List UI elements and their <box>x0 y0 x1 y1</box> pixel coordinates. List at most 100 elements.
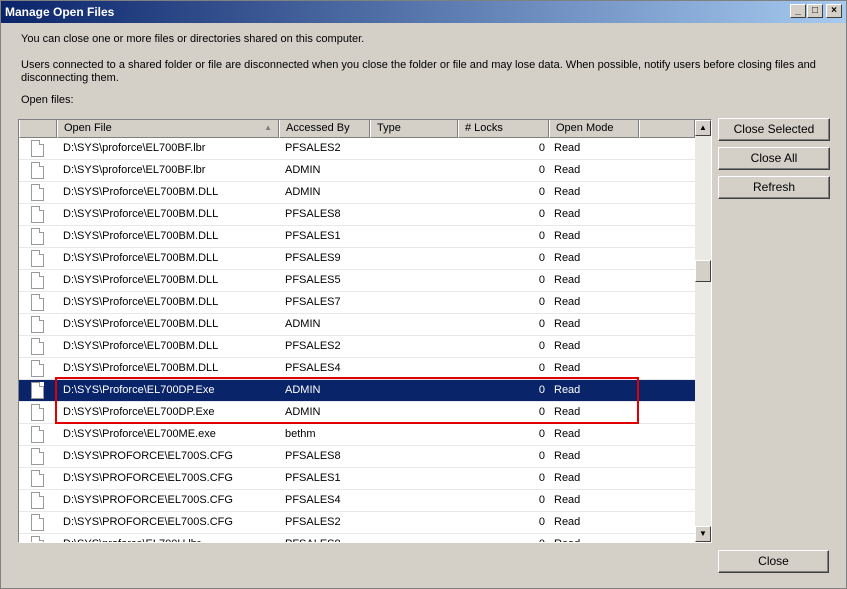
accessed-by-cell: PFSALES8 <box>285 450 341 462</box>
open-mode-cell: Read <box>554 428 581 440</box>
file-icon <box>31 184 45 201</box>
description-text: You can close one or more files or direc… <box>21 33 365 45</box>
accessed-by-cell: PFSALES4 <box>285 494 341 506</box>
open-file-cell: D:\SYS\Proforce\EL700ME.exe <box>63 428 216 440</box>
locks-cell: 0 <box>538 472 545 484</box>
open-file-cell: D:\SYS\Proforce\EL700DP.Exe <box>63 406 215 418</box>
open-mode-cell: Read <box>554 406 581 418</box>
column-accessed-by[interactable]: Accessed By <box>279 120 370 138</box>
file-icon <box>31 294 45 311</box>
accessed-by-cell: ADMIN <box>285 384 321 396</box>
table-row[interactable]: D:\SYS\proforce\EL700U.lbr PFSALES8 0 Re… <box>19 534 695 542</box>
open-mode-cell: Read <box>554 142 581 154</box>
open-files-label: Open files: <box>21 94 74 106</box>
open-mode-cell: Read <box>554 274 581 286</box>
locks-cell: 0 <box>538 516 545 528</box>
column-open-file[interactable]: Open File ▲ <box>57 120 279 138</box>
open-file-cell: D:\SYS\PROFORCE\EL700S.CFG <box>63 450 233 462</box>
accessed-by-cell: PFSALES9 <box>285 252 341 264</box>
table-row[interactable]: D:\SYS\Proforce\EL700BM.DLL PFSALES1 0 R… <box>19 226 695 248</box>
column-filler <box>639 120 695 138</box>
locks-cell: 0 <box>538 230 545 242</box>
open-file-cell: D:\SYS\proforce\EL700BF.lbr <box>63 142 206 154</box>
table-row[interactable]: D:\SYS\proforce\EL700BF.lbr PFSALES2 0 R… <box>19 138 695 160</box>
open-file-cell: D:\SYS\Proforce\EL700BM.DLL <box>63 230 219 242</box>
open-file-cell: D:\SYS\PROFORCE\EL700S.CFG <box>63 516 233 528</box>
title-bar[interactable]: Manage Open Files _ □ × <box>1 1 846 23</box>
accessed-by-cell: PFSALES8 <box>285 538 341 542</box>
open-mode-cell: Read <box>554 252 581 264</box>
scroll-up-icon[interactable]: ▲ <box>695 120 711 136</box>
locks-cell: 0 <box>538 186 545 198</box>
open-mode-cell: Read <box>554 208 581 220</box>
table-row[interactable]: D:\SYS\Proforce\EL700BM.DLL PFSALES7 0 R… <box>19 292 695 314</box>
file-icon <box>31 228 45 245</box>
open-mode-cell: Read <box>554 296 581 308</box>
column-open-mode[interactable]: Open Mode <box>549 120 639 138</box>
open-file-cell: D:\SYS\proforce\EL700BF.lbr <box>63 164 206 176</box>
file-icon <box>31 426 45 443</box>
refresh-button[interactable]: Refresh <box>718 176 830 199</box>
table-row[interactable]: D:\SYS\PROFORCE\EL700S.CFG PFSALES8 0 Re… <box>19 446 695 468</box>
open-mode-cell: Read <box>554 516 581 528</box>
file-icon <box>31 492 45 509</box>
open-file-cell: D:\SYS\Proforce\EL700BM.DLL <box>63 252 219 264</box>
table-row[interactable]: D:\SYS\Proforce\EL700BM.DLL PFSALES9 0 R… <box>19 248 695 270</box>
table-row[interactable]: D:\SYS\PROFORCE\EL700S.CFG PFSALES1 0 Re… <box>19 468 695 490</box>
table-row[interactable]: D:\SYS\PROFORCE\EL700S.CFG PFSALES4 0 Re… <box>19 490 695 512</box>
scroll-thumb[interactable] <box>695 260 711 282</box>
table-row[interactable]: D:\SYS\PROFORCE\EL700S.CFG PFSALES2 0 Re… <box>19 512 695 534</box>
table-row[interactable]: D:\SYS\Proforce\EL700BM.DLL PFSALES2 0 R… <box>19 336 695 358</box>
file-icon <box>31 360 45 377</box>
file-icon <box>31 448 45 465</box>
table-row[interactable]: D:\SYS\proforce\EL700BF.lbr ADMIN 0 Read <box>19 160 695 182</box>
table-row[interactable]: D:\SYS\Proforce\EL700BM.DLL PFSALES5 0 R… <box>19 270 695 292</box>
open-files-list[interactable]: Open File ▲ Accessed By Type # Locks Ope… <box>18 119 712 543</box>
table-row[interactable]: D:\SYS\Proforce\EL700BM.DLL PFSALES4 0 R… <box>19 358 695 380</box>
file-icon <box>31 316 45 333</box>
close-all-button[interactable]: Close All <box>718 147 830 170</box>
accessed-by-cell: PFSALES2 <box>285 142 341 154</box>
close-window-button[interactable]: × <box>826 4 842 18</box>
accessed-by-cell: PFSALES1 <box>285 230 341 242</box>
sort-ascending-icon: ▲ <box>264 123 272 132</box>
open-mode-cell: Read <box>554 362 581 374</box>
list-rows: D:\SYS\proforce\EL700BF.lbr PFSALES2 0 R… <box>19 138 695 542</box>
locks-cell: 0 <box>538 274 545 286</box>
locks-cell: 0 <box>538 208 545 220</box>
table-row[interactable]: D:\SYS\Proforce\EL700BM.DLL PFSALES8 0 R… <box>19 204 695 226</box>
open-mode-cell: Read <box>554 186 581 198</box>
close-button[interactable]: Close <box>718 550 829 573</box>
locks-cell: 0 <box>538 384 545 396</box>
open-file-cell: D:\SYS\Proforce\EL700BM.DLL <box>63 318 219 330</box>
open-mode-cell: Read <box>554 384 581 396</box>
open-file-cell: D:\SYS\Proforce\EL700BM.DLL <box>63 362 219 374</box>
open-file-cell: D:\SYS\PROFORCE\EL700S.CFG <box>63 472 233 484</box>
maximize-button[interactable]: □ <box>807 4 823 18</box>
open-mode-cell: Read <box>554 450 581 462</box>
file-icon <box>31 162 45 179</box>
table-row[interactable]: D:\SYS\Proforce\EL700DP.Exe ADMIN 0 Read <box>19 380 695 402</box>
accessed-by-cell: bethm <box>285 428 316 440</box>
open-file-cell: D:\SYS\Proforce\EL700BM.DLL <box>63 208 219 220</box>
file-icon <box>31 382 45 399</box>
close-selected-button[interactable]: Close Selected <box>718 118 830 141</box>
table-row[interactable]: D:\SYS\Proforce\EL700DP.Exe ADMIN 0 Read <box>19 402 695 424</box>
table-row[interactable]: D:\SYS\Proforce\EL700ME.exe bethm 0 Read <box>19 424 695 446</box>
column-icon-header[interactable] <box>19 120 57 138</box>
locks-cell: 0 <box>538 428 545 440</box>
accessed-by-cell: PFSALES1 <box>285 472 341 484</box>
file-icon <box>31 338 45 355</box>
scroll-down-icon[interactable]: ▼ <box>695 526 711 542</box>
table-row[interactable]: D:\SYS\Proforce\EL700BM.DLL ADMIN 0 Read <box>19 314 695 336</box>
file-icon <box>31 404 45 421</box>
column-locks[interactable]: # Locks <box>458 120 549 138</box>
file-icon <box>31 272 45 289</box>
file-icon <box>31 514 45 531</box>
minimize-button[interactable]: _ <box>790 4 806 18</box>
vertical-scrollbar[interactable]: ▲ ▼ <box>695 120 711 542</box>
table-row[interactable]: D:\SYS\Proforce\EL700BM.DLL ADMIN 0 Read <box>19 182 695 204</box>
accessed-by-cell: PFSALES5 <box>285 274 341 286</box>
open-file-cell: D:\SYS\Proforce\EL700BM.DLL <box>63 274 219 286</box>
column-type[interactable]: Type <box>370 120 458 138</box>
